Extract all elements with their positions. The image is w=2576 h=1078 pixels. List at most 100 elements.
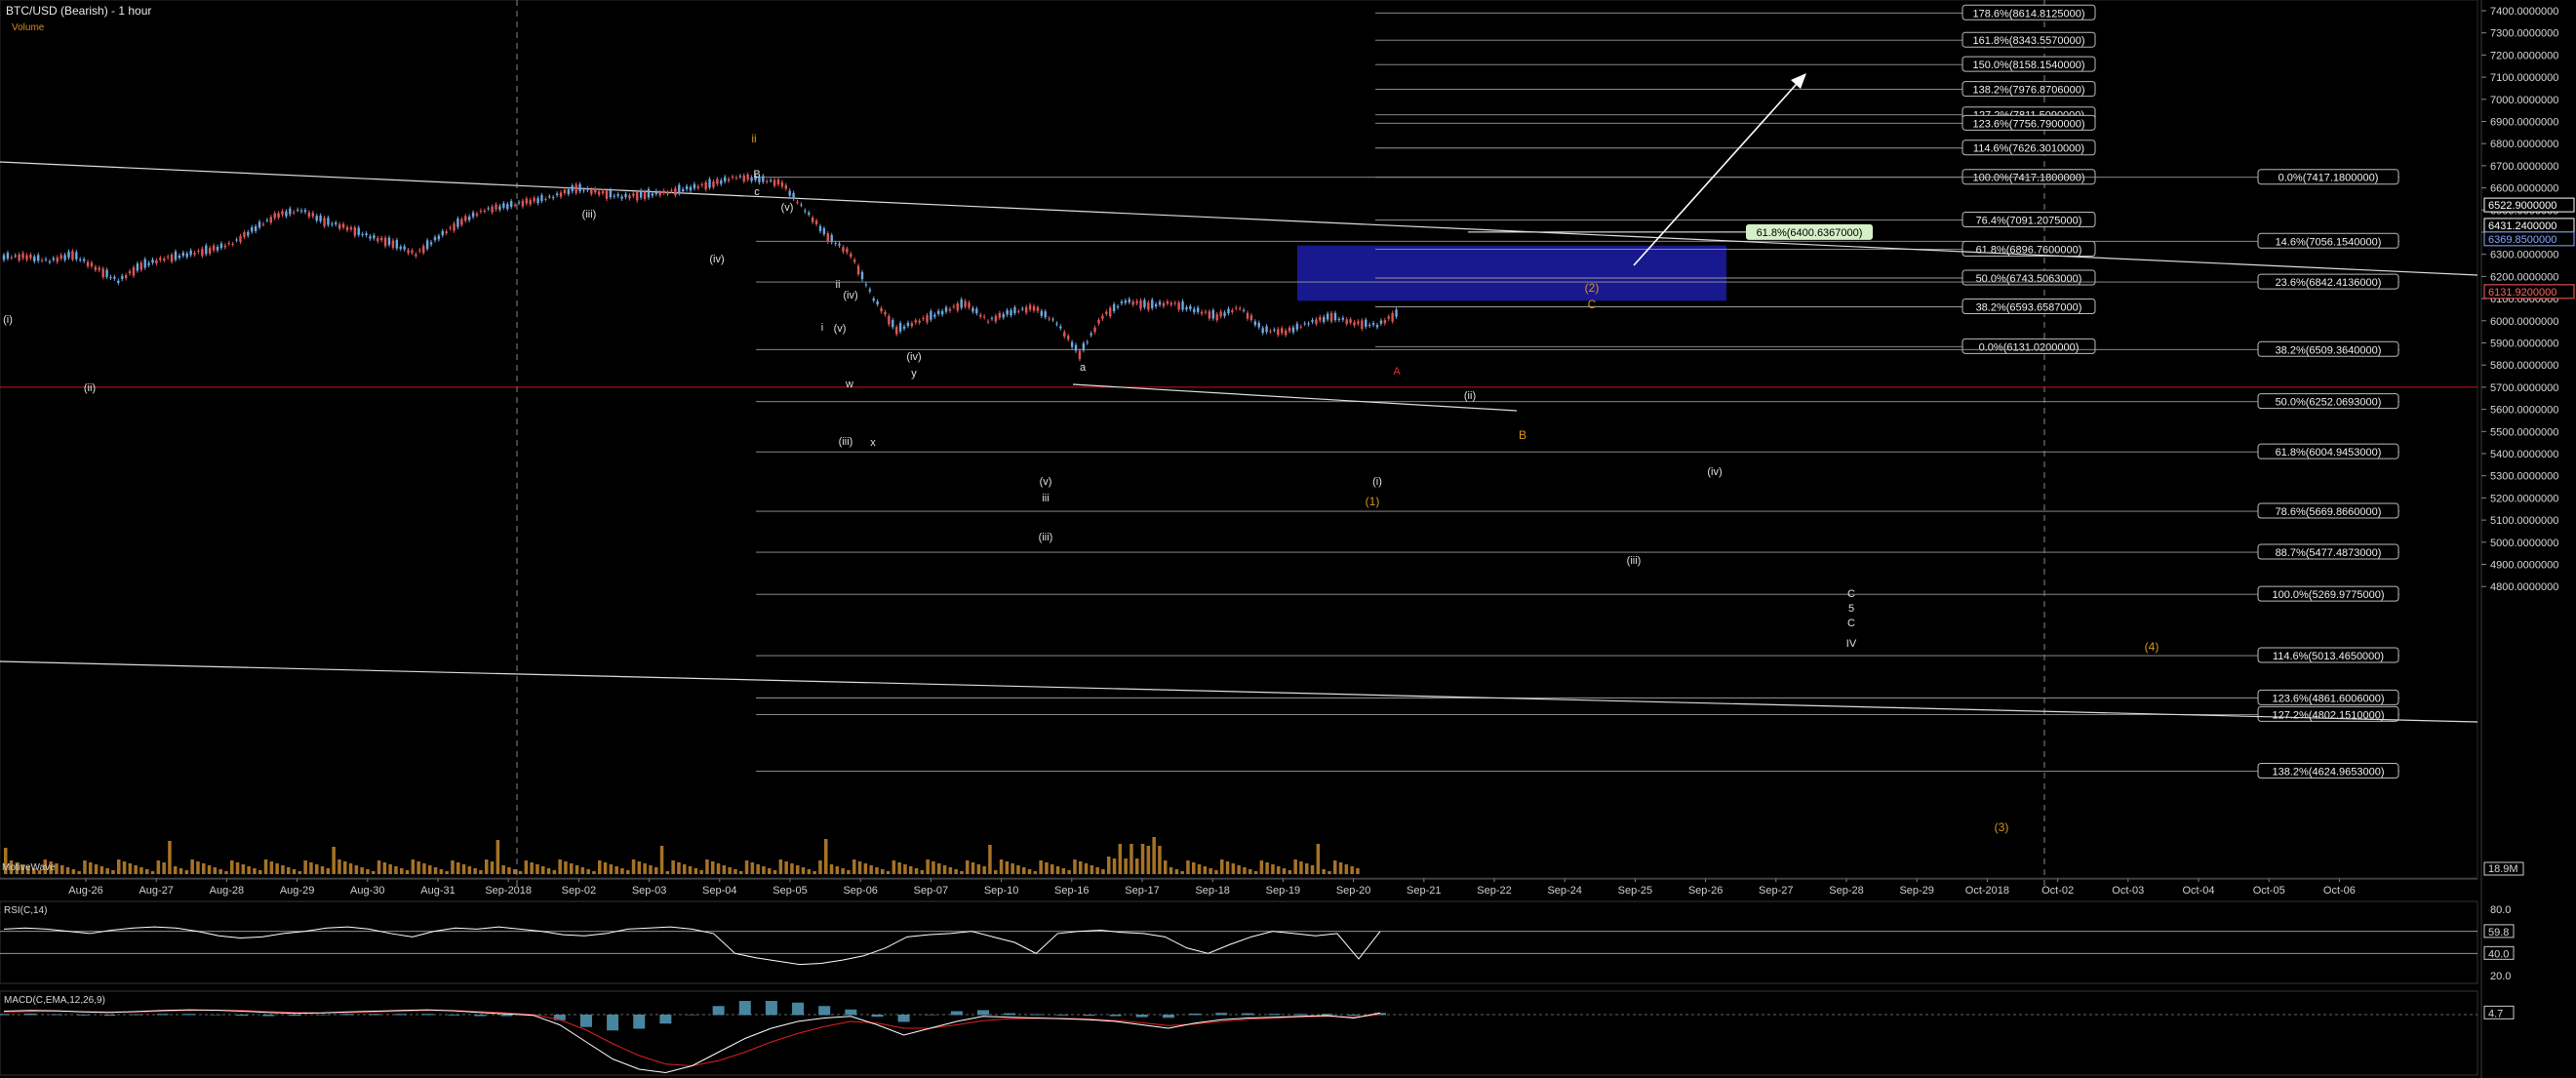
volume-bar <box>354 865 359 874</box>
volume-bar <box>1174 869 1179 874</box>
wave-label: (1) <box>1366 495 1380 508</box>
candle-body <box>63 255 66 260</box>
volume-bar <box>688 866 693 874</box>
candle-body <box>678 184 681 194</box>
volume-bar <box>1039 860 1043 874</box>
volume-bar <box>863 863 868 874</box>
volume-bar <box>1140 844 1145 874</box>
volume-bar <box>1282 868 1287 874</box>
candle-body <box>1097 319 1100 324</box>
candle-body <box>762 176 765 182</box>
candle-body <box>1273 329 1276 331</box>
volume-bar <box>1061 868 1066 874</box>
volume-bar <box>224 871 228 874</box>
candle-body <box>616 194 619 196</box>
wave-label: y <box>911 368 917 379</box>
candle-body <box>674 187 677 196</box>
candle-body <box>654 190 657 194</box>
candle-body <box>769 180 773 181</box>
volume-bar <box>139 867 143 874</box>
candle-body <box>1010 310 1012 316</box>
candle-body <box>151 260 154 263</box>
chart-title: BTC/USD (Bearish) - 1 hour <box>6 4 151 18</box>
candle-body <box>788 190 791 196</box>
volume-bar <box>586 869 590 874</box>
volume-bar <box>592 871 596 874</box>
y-tick-label: 7300.0000000 <box>2490 28 2558 40</box>
candle-body <box>251 226 254 232</box>
candle-body <box>1307 323 1310 325</box>
wave-label: (i) <box>1372 476 1382 488</box>
candle-body <box>411 250 414 254</box>
candle-body <box>243 232 246 237</box>
y-tick-label: 6600.0000000 <box>2490 183 2558 195</box>
volume-bar <box>94 864 99 874</box>
fib-label-upper: 138.2%(7976.8706000) <box>1962 81 2096 98</box>
candle-body <box>201 248 204 257</box>
macd-hist-bar <box>792 1002 805 1016</box>
candle-body <box>403 246 406 250</box>
volume-bar <box>744 860 749 874</box>
candle-body <box>105 269 108 277</box>
wave-label: B <box>1519 428 1526 442</box>
macd-hist-bar <box>1268 1014 1281 1016</box>
volume-bar <box>196 861 200 874</box>
candle-body <box>1329 312 1333 322</box>
volume-bar <box>966 860 970 874</box>
candle-body <box>898 323 902 332</box>
candle-body <box>948 308 952 311</box>
volume-bar <box>649 865 653 874</box>
volume-bar <box>1209 868 1212 874</box>
candle-body <box>1051 319 1054 321</box>
macd-hist-bar <box>1347 1015 1360 1017</box>
candle-body <box>94 266 98 270</box>
volume-bar <box>1129 844 1133 874</box>
candle-body <box>449 227 452 229</box>
macd-hist-bar <box>950 1011 963 1016</box>
volume-bar <box>461 864 466 874</box>
x-tick-label: Oct-03 <box>2112 885 2144 897</box>
candle-body <box>90 262 94 266</box>
candle-body <box>121 275 124 279</box>
candle-body <box>1162 302 1166 306</box>
volume-bar <box>105 868 109 874</box>
fib-label-text: 61.8%(6004.9453000) <box>2276 447 2382 459</box>
y-tick-label: 7100.0000000 <box>2490 72 2558 84</box>
candle-body <box>1326 313 1329 320</box>
x-tick-label: Sep-10 <box>984 885 1018 897</box>
candle-body <box>892 320 894 328</box>
wave-label: i <box>821 322 823 334</box>
volume-bar <box>269 861 274 874</box>
volume-bar <box>654 867 658 874</box>
candle-body <box>1093 327 1096 333</box>
macd-hist-bar <box>818 1006 831 1016</box>
volume-bar <box>1328 871 1331 874</box>
candle-body <box>952 305 956 307</box>
volume-bar <box>77 871 81 874</box>
volume-bar <box>190 859 194 874</box>
volume-bar <box>156 860 161 874</box>
volume-bar <box>796 865 800 874</box>
volume-bar <box>857 861 862 874</box>
candle-body <box>181 252 185 257</box>
volume-bar <box>388 864 392 874</box>
x-tick-label: Sep-04 <box>702 885 736 897</box>
candle-body <box>1017 310 1020 312</box>
volume-bar <box>1152 837 1156 874</box>
candle-body <box>1204 311 1208 313</box>
volume-bar <box>733 869 737 874</box>
candle-body <box>1185 306 1188 310</box>
chart-canvas[interactable]: BTC/USD (Bearish) - 1 hour Volume 7400.000… <box>0 0 2576 1078</box>
wave-label: A <box>1393 366 1401 378</box>
candle-body <box>319 215 322 221</box>
volume-bar <box>659 846 664 874</box>
candle-body <box>850 254 852 258</box>
candle-body <box>380 237 383 241</box>
wave-label: (iii) <box>582 209 597 220</box>
volume-bar <box>1310 865 1315 874</box>
volume-bar <box>926 859 930 874</box>
candle-body <box>902 326 906 329</box>
volume-bar <box>184 870 189 874</box>
candle-body <box>960 299 963 308</box>
wave-label: (3) <box>1995 820 2009 834</box>
